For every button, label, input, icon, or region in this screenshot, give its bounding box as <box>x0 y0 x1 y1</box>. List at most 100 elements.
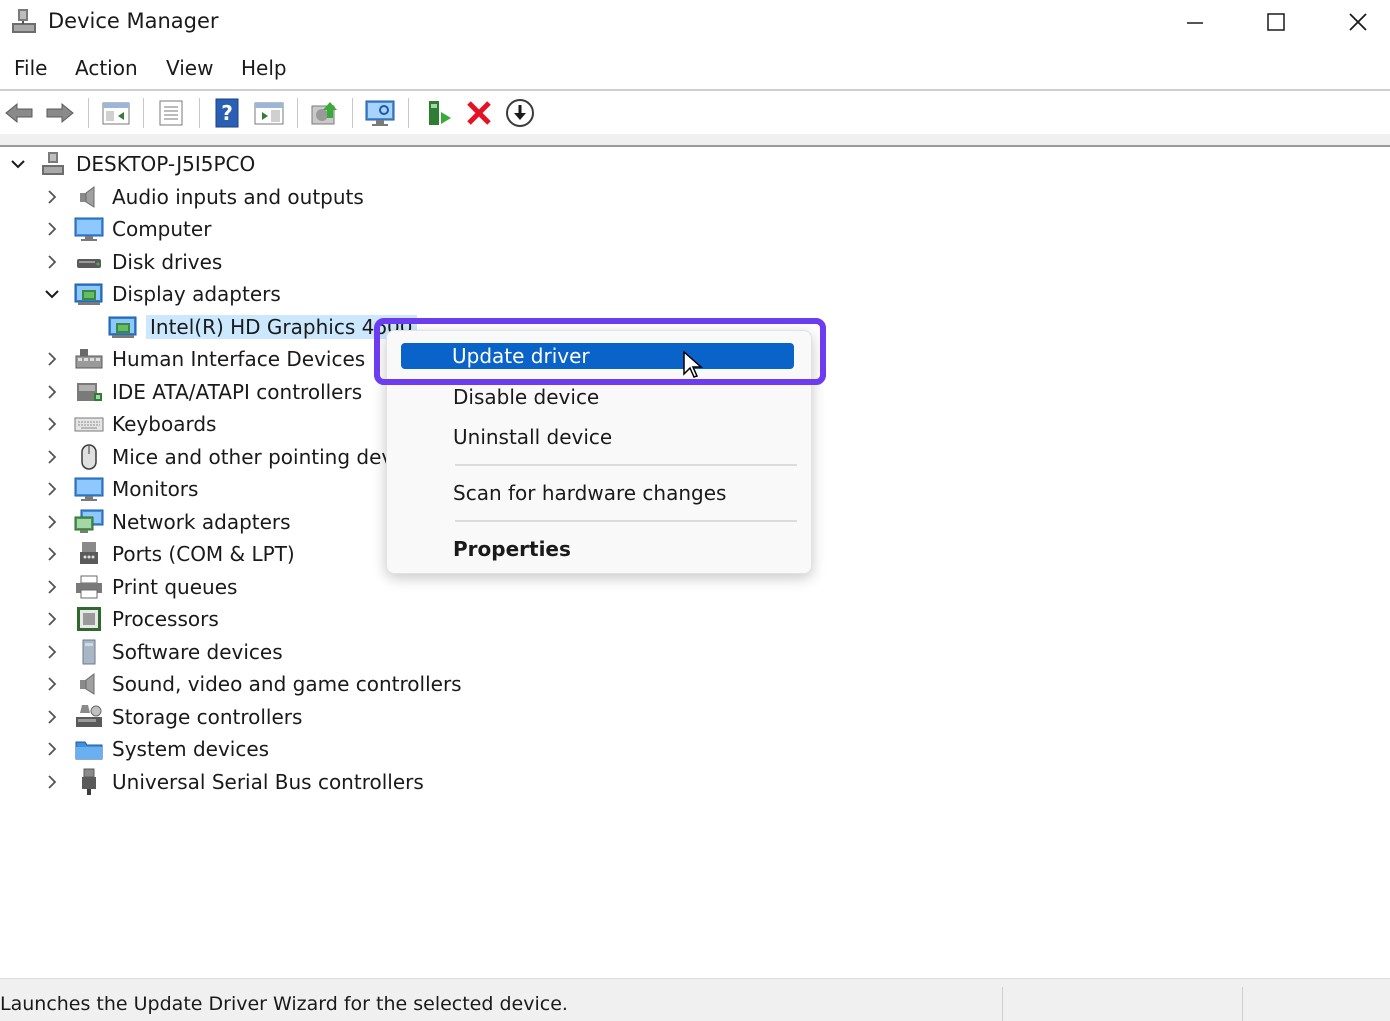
tree-category[interactable]: Ports (COM & LPT) <box>42 538 295 570</box>
chevron-right-icon[interactable] <box>42 739 62 759</box>
printer-icon <box>74 573 104 601</box>
menu-scan-hardware[interactable]: Scan for hardware changes <box>453 481 726 505</box>
tree-category[interactable]: Network adapters <box>42 506 291 538</box>
system-folder-icon <box>74 735 104 763</box>
tree-category[interactable]: Computer <box>42 213 211 245</box>
menu-separator <box>455 464 797 466</box>
menu-help[interactable]: Help <box>241 56 287 80</box>
enable-device-button[interactable] <box>503 96 537 130</box>
toolbar-separator <box>297 98 298 128</box>
menu-disable-device[interactable]: Disable device <box>453 385 599 409</box>
root-label: DESKTOP-J5I5PCO <box>76 152 256 176</box>
scan-hardware-button[interactable] <box>363 96 397 130</box>
tree-category[interactable]: IDE ATA/ATAPI controllers <box>42 376 362 408</box>
tree-category-label: Display adapters <box>112 282 281 306</box>
ide-controller-icon <box>74 378 104 406</box>
action-pane-icon <box>254 102 284 125</box>
menu-view[interactable]: View <box>166 56 213 80</box>
chevron-right-icon[interactable] <box>42 219 62 239</box>
action-pane-button[interactable] <box>252 96 286 130</box>
chevron-right-icon[interactable] <box>42 252 62 272</box>
tree-category-label: Storage controllers <box>112 704 303 729</box>
chevron-right-icon[interactable] <box>42 479 62 499</box>
speaker-icon <box>74 183 104 211</box>
title-bar: Device Manager <box>0 0 1390 44</box>
add-legacy-hardware-button[interactable] <box>421 96 455 130</box>
tree-category[interactable]: System devices <box>42 733 269 765</box>
keyboard-icon <box>74 410 104 438</box>
chevron-right-icon[interactable] <box>42 187 62 207</box>
tree-category[interactable]: Storage controllers <box>42 701 302 733</box>
tree-category[interactable]: Display adapters <box>42 278 281 310</box>
toolbar: ? <box>0 92 1390 134</box>
tree-root[interactable]: DESKTOP-J5I5PCO <box>8 148 255 180</box>
speaker-icon <box>74 670 104 698</box>
properties-icon <box>159 100 183 126</box>
maximize-button[interactable] <box>1236 0 1316 44</box>
tree-category[interactable]: Disk drives <box>42 246 222 278</box>
menu-properties[interactable]: Properties <box>453 537 571 561</box>
chevron-down-icon[interactable] <box>8 154 28 174</box>
tree-category-label: Mice and other pointing devices <box>112 444 433 469</box>
chevron-right-icon[interactable] <box>42 512 62 532</box>
uninstall-device-button[interactable] <box>462 96 496 130</box>
hid-icon <box>74 345 104 373</box>
svg-text:?: ? <box>221 101 233 125</box>
forward-button[interactable] <box>43 96 77 130</box>
chevron-down-icon[interactable] <box>42 284 62 304</box>
port-icon <box>74 540 104 568</box>
chevron-right-icon[interactable] <box>42 707 62 727</box>
minimize-icon <box>1187 22 1203 24</box>
menu-file[interactable]: File <box>14 56 47 80</box>
menu-uninstall-device[interactable]: Uninstall device <box>453 425 612 449</box>
chevron-right-icon[interactable] <box>42 772 62 792</box>
tree-category[interactable]: Human Interface Devices <box>42 343 365 375</box>
disk-drive-icon <box>74 248 104 276</box>
show-hide-console-tree-button[interactable] <box>99 96 133 130</box>
tree-category-label: Audio inputs and outputs <box>112 184 364 209</box>
display-adapter-icon <box>74 280 104 308</box>
chevron-right-icon[interactable] <box>42 674 62 694</box>
maximize-icon <box>1267 13 1285 31</box>
tree-category[interactable]: Sound, video and game controllers <box>42 668 462 700</box>
menu-divider <box>0 89 1390 91</box>
tree-category[interactable]: Print queues <box>42 571 237 603</box>
usb-icon <box>74 768 104 796</box>
chevron-right-icon[interactable] <box>42 609 62 629</box>
tree-category[interactable]: Monitors <box>42 473 198 505</box>
software-device-icon <box>74 638 104 666</box>
chevron-right-icon[interactable] <box>42 642 62 662</box>
tree-device[interactable]: Intel(R) HD Graphics 4600 <box>76 311 417 343</box>
help-button[interactable]: ? <box>210 96 244 130</box>
tree-category-label: System devices <box>112 737 270 761</box>
tree-category[interactable]: Processors <box>42 603 219 635</box>
tree-category[interactable]: Audio inputs and outputs <box>42 181 364 213</box>
toolbar-separator <box>143 98 144 128</box>
chevron-right-icon[interactable] <box>42 414 62 434</box>
menu-action[interactable]: Action <box>75 56 138 80</box>
properties-button[interactable] <box>154 96 188 130</box>
chevron-right-icon[interactable] <box>42 544 62 564</box>
chevron-right-icon[interactable] <box>42 447 62 467</box>
back-button[interactable] <box>2 96 36 130</box>
tree-category[interactable]: Universal Serial Bus controllers <box>42 766 424 798</box>
tree-category-label: Computer <box>112 217 212 241</box>
status-bar: Launches the Update Driver Wizard for th… <box>0 978 1390 1021</box>
mouse-icon <box>74 443 104 471</box>
tree-category-label: Keyboards <box>112 412 217 436</box>
window-title: Device Manager <box>48 9 219 33</box>
close-button[interactable] <box>1318 0 1390 44</box>
device-manager-icon <box>10 7 38 37</box>
chevron-right-icon[interactable] <box>42 349 62 369</box>
minimize-button[interactable] <box>1155 0 1235 44</box>
tree-category[interactable]: Software devices <box>42 636 283 668</box>
tree-category-label: Print queues <box>112 574 238 599</box>
update-driver-button[interactable] <box>307 96 341 130</box>
chevron-right-icon[interactable] <box>42 577 62 597</box>
monitor-icon <box>74 215 104 243</box>
tree-category-label: Disk drives <box>112 249 223 274</box>
tree-category[interactable]: Mice and other pointing devices <box>42 441 433 473</box>
tree-category[interactable]: Keyboards <box>42 408 216 440</box>
chevron-right-icon[interactable] <box>42 382 62 402</box>
